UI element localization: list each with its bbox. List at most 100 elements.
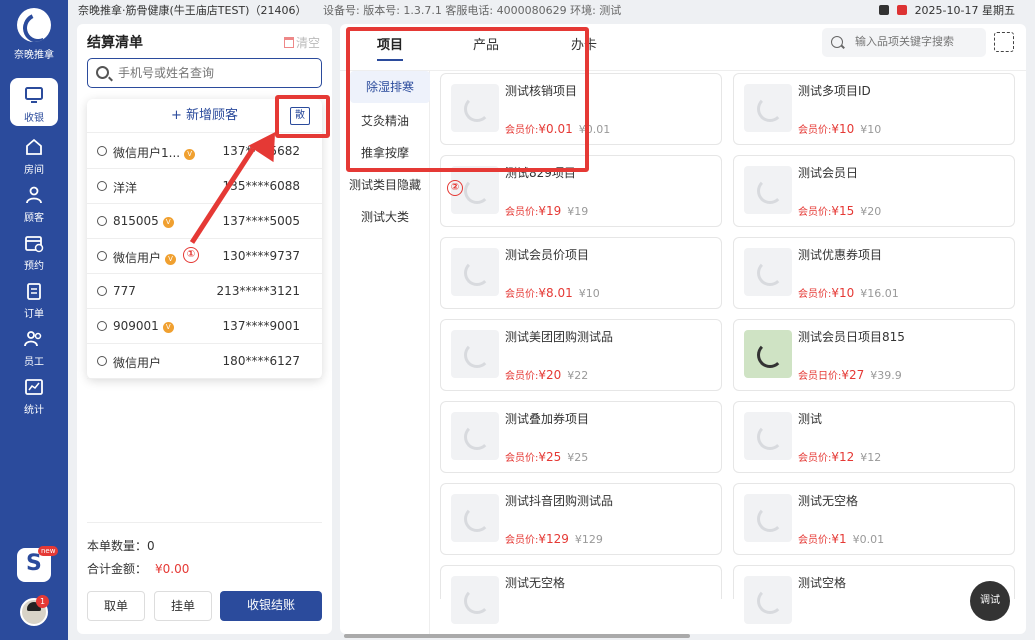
product-name: 测试无空格: [798, 494, 859, 508]
product-price: 会员价:¥129 ¥129: [505, 531, 603, 546]
price-label: 会员价:: [798, 535, 832, 546]
history-icon: [97, 216, 107, 226]
product-card[interactable]: 测试抖音团购测试品 会员价:¥129 ¥129: [440, 483, 722, 555]
nav-label: 收银: [24, 113, 44, 124]
product-card[interactable]: 测试叠加券项目 会员价:¥25 ¥25: [440, 401, 722, 473]
original-price: ¥10: [860, 123, 882, 136]
customer-name-text: 微信用户: [113, 251, 162, 265]
store-name: 奈晚推拿·筋骨健康(牛王庙店TEST)（21406）: [78, 4, 307, 17]
price-label: 会员价:: [505, 535, 539, 546]
customer-name-text: 909001: [113, 319, 159, 333]
price-label: 会员价:: [505, 207, 539, 218]
clear-button[interactable]: 清空: [283, 34, 320, 51]
member-price: ¥27: [841, 368, 865, 382]
annotation-number-2: ②: [447, 180, 463, 196]
monitor-icon: [25, 87, 43, 103]
nav-item-stats[interactable]: 统计: [0, 376, 68, 416]
nav-item-cashier[interactable]: 收银: [0, 78, 68, 126]
hold-order-button[interactable]: 挂单: [154, 591, 212, 621]
product-thumbnail: [744, 412, 792, 460]
history-icon: [97, 146, 107, 156]
product-price: 会员日价:¥27 ¥39.9: [798, 367, 902, 382]
customer-row[interactable]: 洋洋 135****6088: [87, 169, 322, 204]
customer-name: 洋洋: [113, 179, 137, 196]
product-card[interactable]: 测试会员价项目 会员价:¥8.01 ¥10: [440, 237, 722, 309]
nav-item-customers[interactable]: 顾客: [0, 184, 68, 224]
divider: [87, 522, 322, 523]
nav-item-orders[interactable]: 订单: [0, 280, 68, 320]
product-price: 会员价:¥25 ¥25: [505, 449, 588, 464]
original-price: ¥129: [574, 533, 603, 546]
product-search-input[interactable]: [855, 34, 980, 50]
total-value: ¥0.00: [155, 562, 190, 576]
scan-icon[interactable]: [994, 32, 1014, 52]
product-name: 测试抖音团购测试品: [505, 494, 614, 508]
product-price: 会员价:¥12 ¥12: [798, 449, 881, 464]
customer-search[interactable]: [87, 58, 322, 88]
product-card[interactable]: 测试优惠券项目 会员价:¥10 ¥16.01: [733, 237, 1015, 309]
product-card[interactable]: 测试会员日 会员价:¥15 ¥20: [733, 155, 1015, 227]
annotation-box-walk-in: [275, 95, 330, 138]
member-price: ¥15: [831, 204, 855, 218]
customer-row[interactable]: 微信用户 V 130****9737: [87, 239, 322, 274]
brand-name: 奈晚推拿: [14, 50, 54, 61]
product-thumbnail: [744, 330, 792, 378]
product-thumbnail: [451, 494, 499, 542]
customer-phone: 137****9001: [222, 319, 300, 333]
customer-row[interactable]: 909001 V 137****9001: [87, 309, 322, 344]
product-thumbnail: [744, 248, 792, 296]
count-label: 本单数量：: [87, 539, 148, 553]
checkout-button[interactable]: 收银结账: [220, 591, 322, 621]
nav-rail: 奈晚推拿 收银 房间 顾客 预约 订单 员工 统计 S new 1: [0, 0, 68, 640]
product-search[interactable]: [822, 28, 986, 57]
product-price: 会员价:¥8.01 ¥10: [505, 285, 600, 300]
vip-badge-icon: V: [162, 322, 174, 333]
nav-label: 员工: [24, 357, 44, 368]
product-card[interactable]: 测试会员日项目815 会员日价:¥27 ¥39.9: [733, 319, 1015, 391]
nav-item-booking[interactable]: 预约: [0, 232, 68, 272]
member-price: ¥1: [831, 532, 847, 546]
brand: 奈晚推拿: [0, 8, 68, 61]
customer-name-text: 洋洋: [113, 181, 138, 195]
search-icon: [96, 66, 109, 79]
product-price: 会员价:¥1 ¥0.01: [798, 531, 884, 546]
nav-item-staff[interactable]: 员工: [0, 328, 68, 368]
customer-row[interactable]: 微信用户 180****6127: [87, 344, 322, 379]
product-name: 测试无空格: [505, 576, 566, 590]
datetime: 2025-10-17 星期五: [914, 4, 1015, 17]
price-label: 会员价:: [798, 453, 832, 464]
calendar-icon: [25, 236, 44, 253]
product-name: 测试会员价项目: [505, 248, 590, 262]
customer-name: 909001 V: [113, 319, 174, 333]
product-thumbnail: [451, 576, 499, 624]
price-label: 会员价:: [798, 125, 832, 136]
nav-label: 顾客: [24, 213, 44, 224]
category-item[interactable]: 测试类目隐藏: [340, 169, 430, 201]
debug-button[interactable]: 调试: [970, 581, 1010, 621]
nav-item-rooms[interactable]: 房间: [0, 136, 68, 176]
product-card[interactable]: 测试 会员价:¥12 ¥12: [733, 401, 1015, 473]
member-price: ¥10: [831, 122, 855, 136]
nav-label: 订单: [24, 309, 44, 320]
customer-name: 微信用户: [113, 354, 161, 371]
vip-badge-icon: V: [162, 217, 174, 228]
member-price: ¥25: [538, 450, 562, 464]
product-card[interactable]: 测试无空格: [440, 565, 722, 624]
home-indicator: [344, 634, 690, 638]
product-card[interactable]: 测试多项目ID 会员价:¥10 ¥10: [733, 73, 1015, 145]
cancel-order-button[interactable]: 取单: [87, 591, 145, 621]
product-thumbnail: [744, 494, 792, 542]
category-item[interactable]: 测试大类: [340, 201, 430, 233]
product-price: 会员价:¥10 ¥10: [798, 121, 881, 136]
customer-search-input[interactable]: [118, 64, 313, 82]
product-thumbnail: [451, 248, 499, 296]
history-icon: [97, 321, 107, 331]
avatar-badge: 1: [36, 595, 49, 608]
customer-row[interactable]: 777 213*****3121: [87, 274, 322, 309]
clipboard-icon: [27, 283, 41, 300]
product-thumbnail: [744, 84, 792, 132]
product-card[interactable]: 测试美团团购测试品 会员价:¥20 ¥22: [440, 319, 722, 391]
original-price: ¥0.01: [852, 533, 885, 546]
new-badge: new: [38, 546, 59, 556]
product-card[interactable]: 测试无空格会员价:¥1 ¥0.01: [733, 483, 1015, 555]
